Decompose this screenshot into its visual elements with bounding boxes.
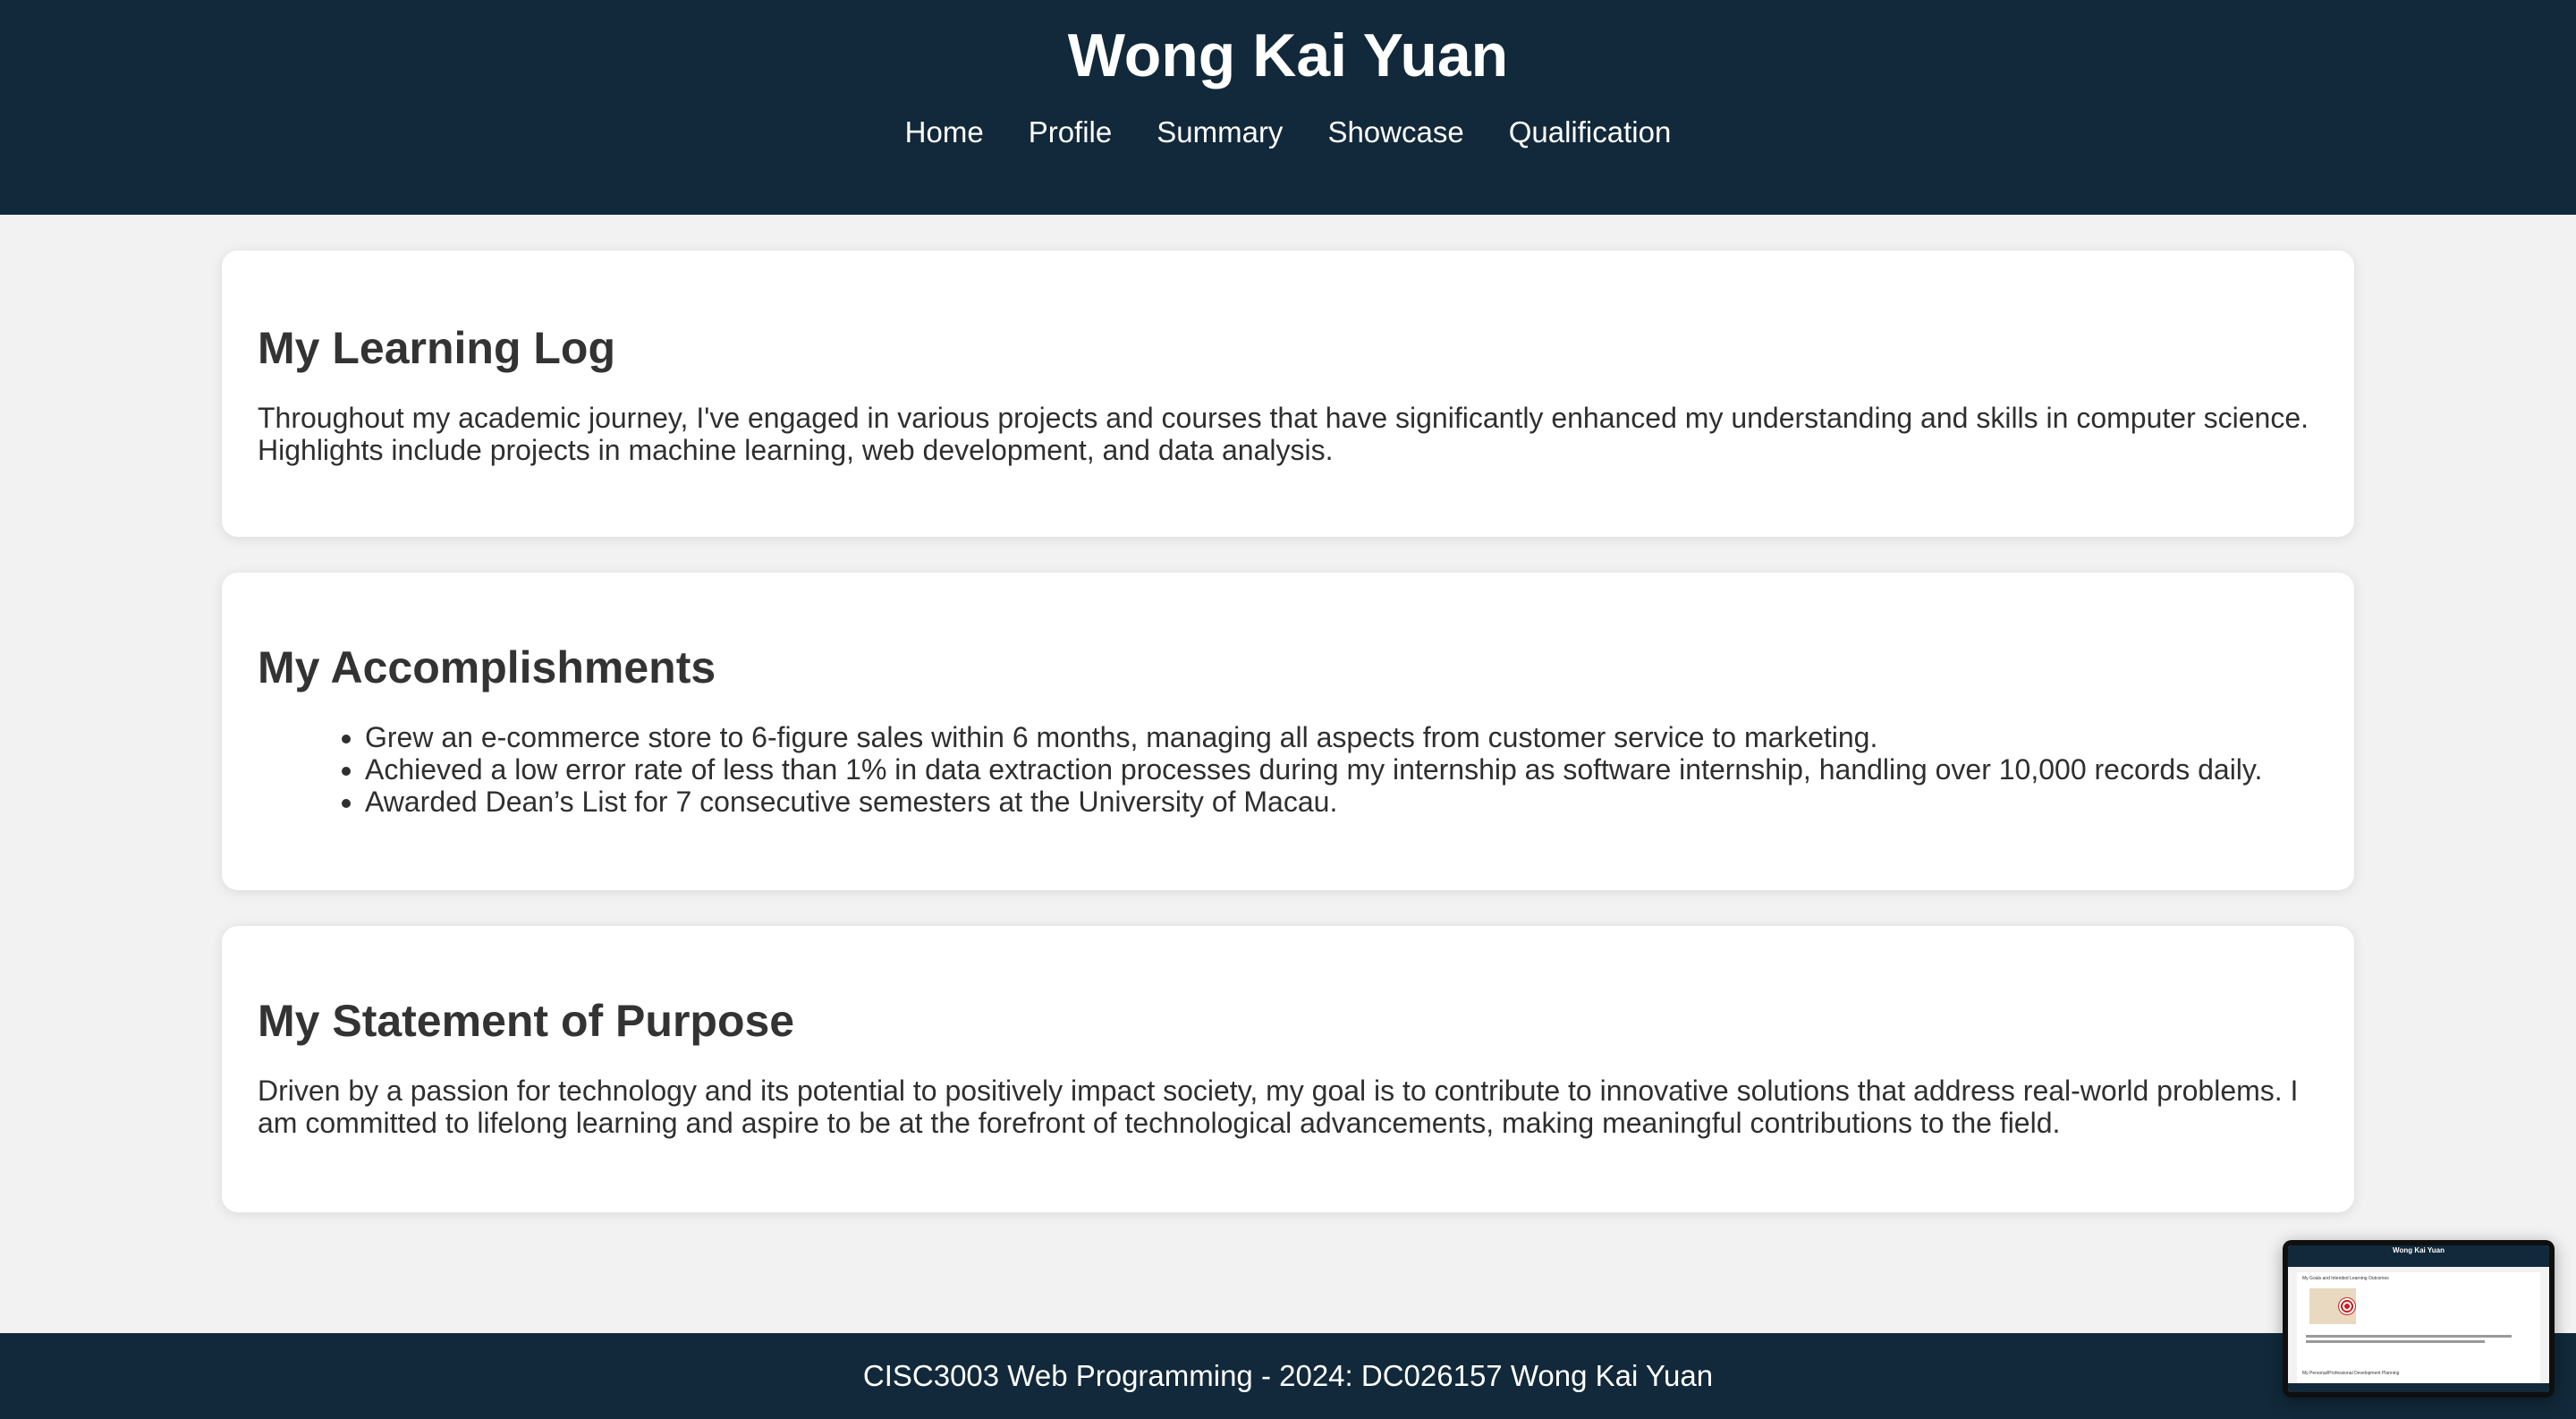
preview-text-line xyxy=(2306,1335,2512,1338)
accomplishment-item: Achieved a low error rate of less than 1… xyxy=(365,753,2318,786)
statement-of-purpose-card: My Statement of Purpose Driven by a pass… xyxy=(222,926,2354,1212)
learning-log-heading: My Learning Log xyxy=(258,323,615,373)
site-footer: CISC3003 Web Programming - 2024: DC02615… xyxy=(0,1333,2576,1419)
accomplishment-item: Awarded Dean’s List for 7 consecutive se… xyxy=(365,786,2318,818)
main-nav: Home Profile Summary Showcase Qualificat… xyxy=(0,111,2576,154)
accomplishments-list: Grew an e-commerce store to 6-figure sal… xyxy=(258,721,2318,818)
nav-showcase-link[interactable]: Showcase xyxy=(1327,111,1463,154)
nav-home-link[interactable]: Home xyxy=(905,111,984,154)
preview-heading: My Goals and Intended Learning Outcomes xyxy=(2302,1276,2389,1281)
nav-profile-link[interactable]: Profile xyxy=(1029,111,1113,154)
site-header: Wong Kai Yuan Home Profile Summary Showc… xyxy=(0,0,2576,215)
learning-log-card: My Learning Log Throughout my academic j… xyxy=(222,251,2354,537)
preview-subheading: My Personal/Professional Development Pla… xyxy=(2302,1371,2400,1376)
footer-text: CISC3003 Web Programming - 2024: DC02615… xyxy=(862,1359,1714,1392)
accomplishments-heading: My Accomplishments xyxy=(258,642,716,693)
statement-of-purpose-heading: My Statement of Purpose xyxy=(258,996,795,1046)
page-preview-thumbnail[interactable]: Wong Kai Yuan My Goals and Intended Lear… xyxy=(2283,1240,2555,1398)
preview-footer xyxy=(2288,1383,2549,1392)
preview-title: Wong Kai Yuan xyxy=(2393,1246,2445,1254)
site-title: Wong Kai Yuan xyxy=(1067,21,1509,89)
target-icon xyxy=(2338,1297,2356,1315)
accomplishment-item: Grew an e-commerce store to 6-figure sal… xyxy=(365,721,2318,753)
preview-text-line xyxy=(2306,1340,2485,1343)
nav-qualification-link[interactable]: Qualification xyxy=(1509,111,1672,154)
learning-log-paragraph: Throughout my academic journey, I've eng… xyxy=(258,402,2309,466)
preview-page: Wong Kai Yuan My Goals and Intended Lear… xyxy=(2288,1245,2549,1392)
accomplishments-card: My Accomplishments Grew an e-commerce st… xyxy=(222,573,2354,890)
statement-of-purpose-paragraph: Driven by a passion for technology and i… xyxy=(258,1075,2299,1139)
preview-header: Wong Kai Yuan xyxy=(2288,1245,2549,1267)
nav-summary-link[interactable]: Summary xyxy=(1157,111,1283,154)
